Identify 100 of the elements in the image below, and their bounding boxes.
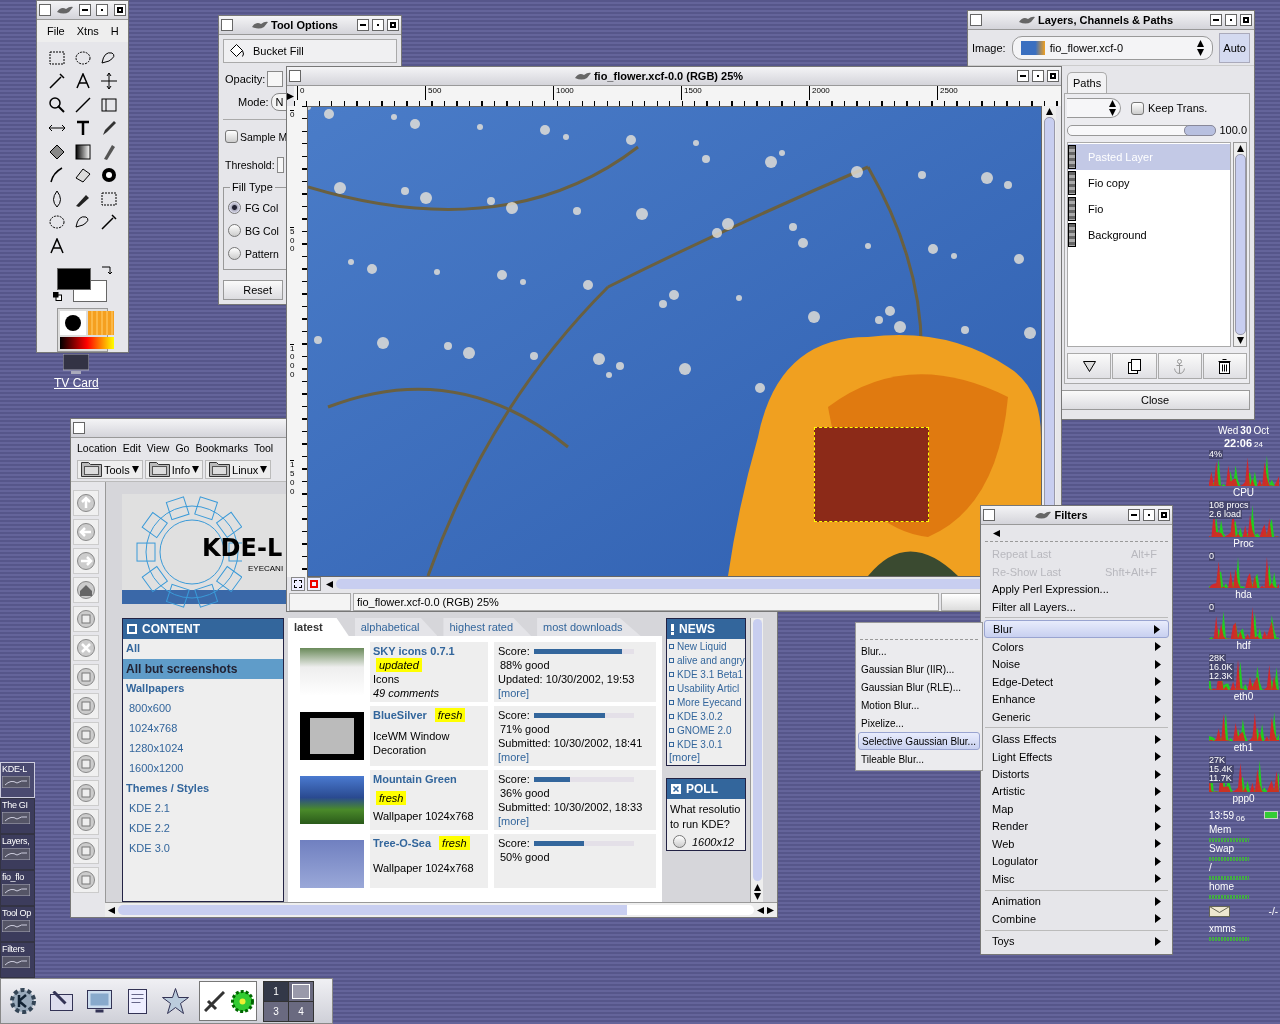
- zoom-out-button[interactable]: [73, 838, 99, 864]
- opacity-field[interactable]: [267, 71, 284, 87]
- radio-button[interactable]: [228, 224, 241, 237]
- keep-trans-checkbox[interactable]: [1131, 101, 1144, 115]
- menu-item[interactable]: H: [110, 25, 119, 37]
- print-button[interactable]: [73, 751, 99, 777]
- scrollbar[interactable]: [750, 618, 763, 902]
- up-button[interactable]: [73, 490, 99, 516]
- menu-item[interactable]: Bookmarks: [195, 442, 248, 454]
- tab[interactable]: highest rated: [443, 618, 532, 636]
- taskbar-button[interactable]: Tool Op: [0, 906, 35, 942]
- menu-item[interactable]: Tileable Blur...: [858, 750, 980, 768]
- back-button[interactable]: [73, 519, 99, 545]
- category-link[interactable]: KDE 2.2: [123, 819, 283, 839]
- more-link[interactable]: [more]: [498, 750, 652, 764]
- menu-item[interactable]: Go: [175, 442, 190, 454]
- thumbnail-image[interactable]: [300, 712, 364, 760]
- news-link[interactable]: KDE 3.1 Beta1: [677, 668, 744, 680]
- menu-item[interactable]: Map: [984, 800, 1169, 818]
- menu-item[interactable]: Enhance: [984, 690, 1169, 708]
- more-link[interactable]: [more]: [498, 686, 652, 700]
- scrollbar[interactable]: [1233, 142, 1247, 347]
- brush-preview[interactable]: [60, 311, 86, 335]
- more-tools-button[interactable]: [73, 867, 99, 893]
- taskbar-button[interactable]: KDE-L: [0, 762, 35, 798]
- restore-button[interactable]: [1032, 70, 1044, 82]
- layer-row[interactable]: Fio: [1068, 196, 1230, 222]
- window-menu-button[interactable]: [39, 4, 51, 16]
- stop-button[interactable]: [73, 635, 99, 661]
- layer-row[interactable]: Background: [1068, 222, 1230, 248]
- menu-item[interactable]: Artistic: [984, 782, 1169, 801]
- color-swatches[interactable]: [57, 267, 107, 302]
- menu-item[interactable]: Location: [77, 442, 117, 454]
- menu-item[interactable]: Xtns: [76, 25, 99, 37]
- more-link[interactable]: [more]: [498, 814, 652, 828]
- news-link[interactable]: New Liquid: [677, 640, 727, 652]
- quick-mask-on-button[interactable]: [307, 577, 321, 591]
- taskbar-button[interactable]: Layers,: [0, 834, 35, 870]
- opacity-slider[interactable]: [1067, 124, 1216, 136]
- layer-mode-dropdown[interactable]: [1067, 98, 1121, 118]
- layer-row[interactable]: Fio copy: [1068, 170, 1230, 196]
- scrollbar[interactable]: [105, 902, 777, 917]
- tab[interactable]: latest: [288, 618, 349, 636]
- bookmark-folder-button[interactable]: Info: [144, 460, 204, 479]
- category-link[interactable]: 1024x768: [123, 719, 283, 739]
- tab[interactable]: most downloads: [537, 618, 641, 636]
- monitor-icon[interactable]: [63, 354, 90, 374]
- quick-mask-off-button[interactable]: [291, 577, 305, 591]
- maximize-button[interactable]: [114, 4, 126, 16]
- maximize-button[interactable]: [1240, 14, 1252, 26]
- entry-title-link[interactable]: BlueSilver: [373, 708, 427, 722]
- radio-button[interactable]: [228, 247, 241, 260]
- news-link[interactable]: alive and angry: [677, 654, 745, 666]
- bookmark-folder-button[interactable]: Linux: [205, 460, 272, 479]
- minimize-button[interactable]: [357, 19, 369, 31]
- category-link[interactable]: KDE 2.1: [123, 799, 283, 819]
- minimize-button[interactable]: [1128, 509, 1140, 521]
- news-link[interactable]: KDE 3.0.2: [677, 710, 723, 722]
- taskbar-button[interactable]: Filters: [0, 942, 35, 978]
- close-button[interactable]: Close: [1060, 390, 1250, 410]
- pager-desktop[interactable]: [289, 981, 313, 1001]
- print-frame-button[interactable]: [73, 780, 99, 806]
- news-link[interactable]: GNOME 2.0: [677, 724, 732, 736]
- menu-item[interactable]: Motion Blur...: [858, 696, 980, 714]
- menu-item[interactable]: Render: [984, 817, 1169, 836]
- forward-button[interactable]: [73, 548, 99, 574]
- category-link[interactable]: All but screenshots: [123, 659, 283, 679]
- menu-item[interactable]: Light Effects: [984, 747, 1169, 766]
- news-link[interactable]: Usability Articl: [677, 682, 740, 694]
- auto-button[interactable]: Auto: [1219, 32, 1250, 63]
- category-link[interactable]: 800x600: [123, 699, 283, 719]
- entry-title-link[interactable]: SKY icons 0.7.1: [373, 644, 455, 658]
- menu-item[interactable]: Selective Gaussian Blur...: [858, 732, 980, 750]
- minimize-button[interactable]: [78, 4, 91, 16]
- menu-item[interactable]: Gaussian Blur (RLE)...: [858, 678, 980, 696]
- envelope-icon[interactable]: [1209, 905, 1230, 917]
- image-dropdown[interactable]: fio_flower.xcf-0: [1011, 35, 1214, 60]
- menu-item[interactable]: Combine: [984, 910, 1169, 928]
- menu-item[interactable]: Toys: [984, 932, 1169, 950]
- sample-merged-checkbox[interactable]: [225, 130, 238, 143]
- reset-button[interactable]: Reset: [223, 280, 283, 300]
- menu-item[interactable]: Animation: [984, 892, 1169, 911]
- menu-item[interactable]: Distorts: [984, 765, 1169, 783]
- menu-item[interactable]: View: [146, 442, 170, 454]
- desktop-icon-label[interactable]: TV Card: [54, 376, 99, 390]
- copy-button[interactable]: [73, 693, 99, 719]
- menu-item[interactable]: Tool: [253, 442, 274, 454]
- radio-button[interactable]: [673, 835, 686, 848]
- thumbnail-image[interactable]: [300, 840, 364, 888]
- menu-item[interactable]: Generic: [984, 707, 1169, 726]
- menu-item[interactable]: Colors: [984, 638, 1169, 656]
- entry-title-link[interactable]: Tree-O-Sea: [373, 836, 432, 850]
- maximize-button[interactable]: [1047, 70, 1059, 82]
- menu-item[interactable]: Misc: [984, 870, 1169, 888]
- window-menu-button[interactable]: [983, 509, 995, 521]
- menu-item[interactable]: Edge-Detect: [984, 672, 1169, 691]
- news-link[interactable]: KDE 3.0.1: [677, 738, 723, 750]
- menu-item[interactable]: Apply Perl Expression...: [984, 580, 1169, 598]
- entry-title-link[interactable]: Mountain Green: [373, 772, 457, 786]
- taskbar-button[interactable]: fio_flo: [0, 870, 35, 906]
